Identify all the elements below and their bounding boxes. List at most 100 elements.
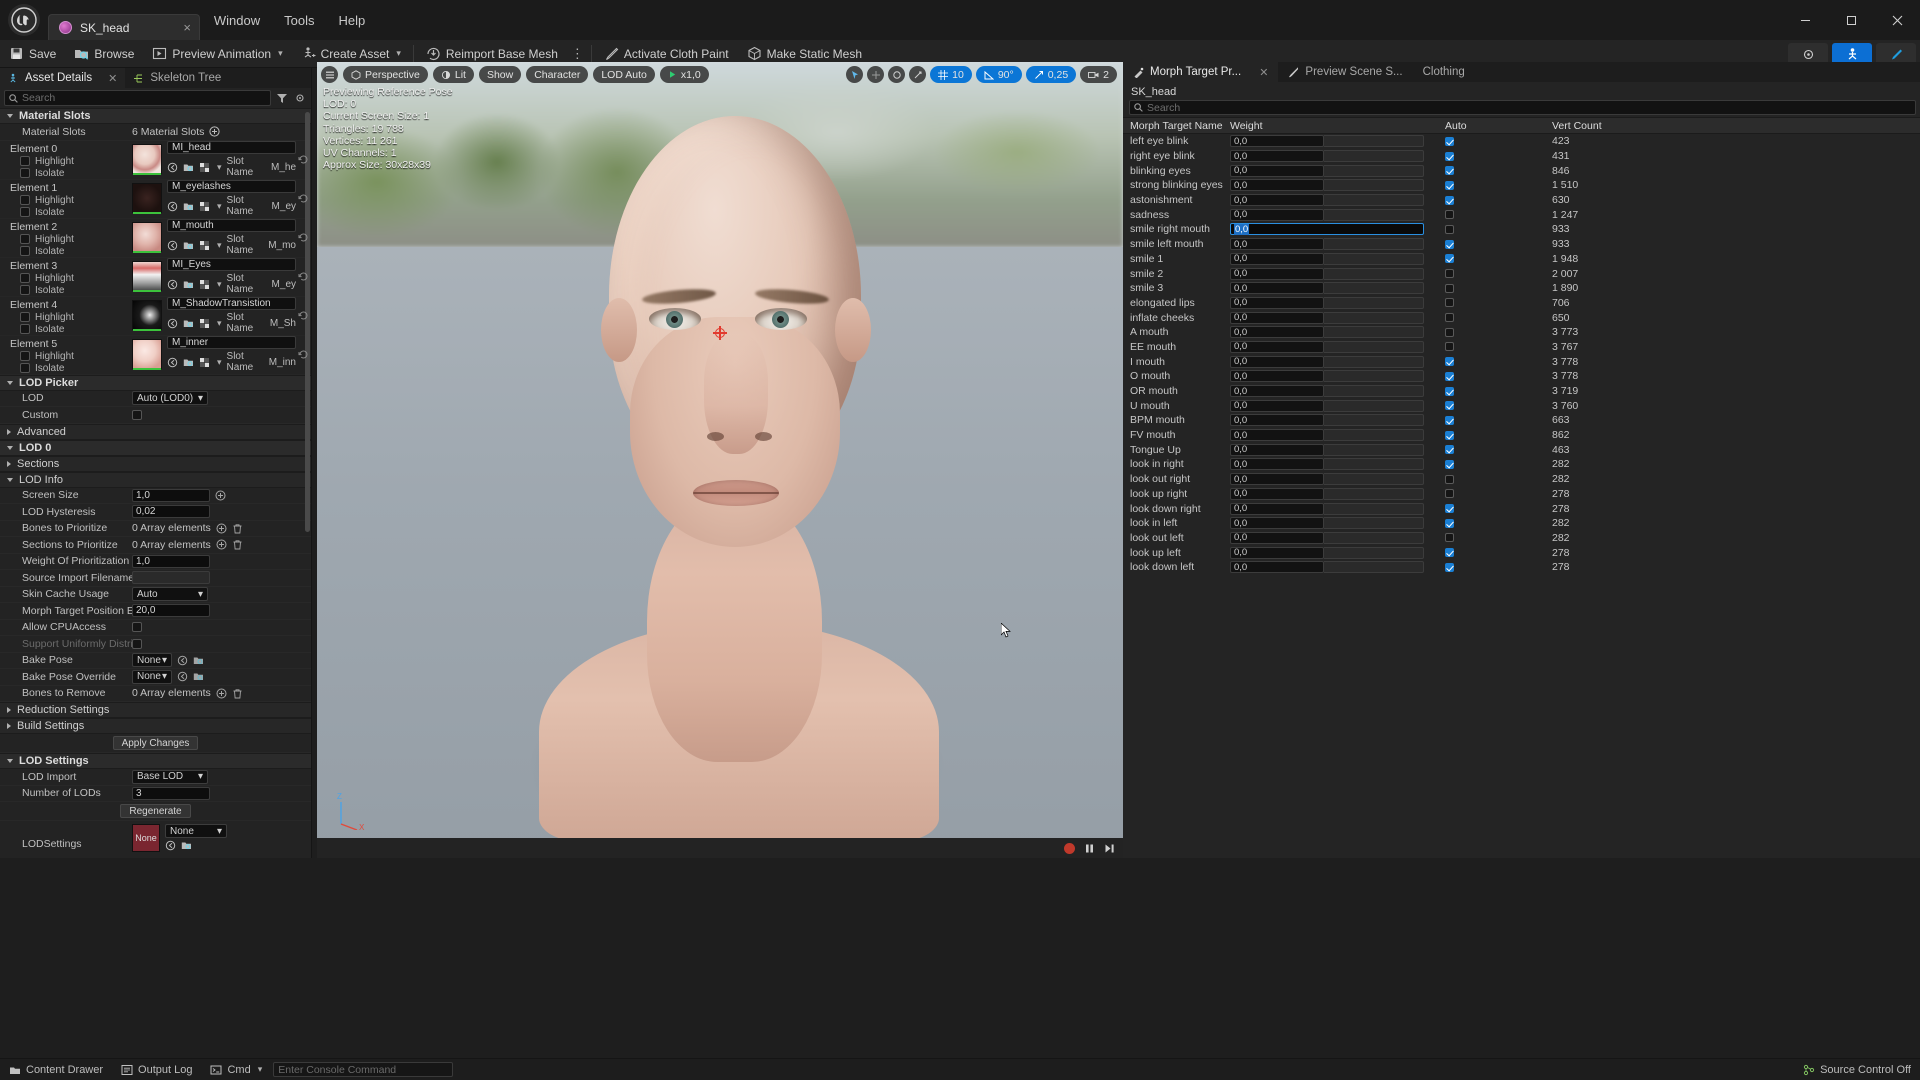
menu-help[interactable]: Help [326,9,377,32]
morph-weight-slider[interactable] [1324,282,1424,294]
morph-weight-slider[interactable] [1324,209,1424,221]
column-weight[interactable]: Weight [1230,120,1445,132]
group-material-slots[interactable]: Material Slots [0,108,311,124]
material-element-row[interactable]: Element 1 Highlight Isolate M_eyelashes … [0,180,311,219]
morph-auto-cell[interactable] [1445,152,1545,161]
use-selected-asset-icon[interactable] [165,840,176,851]
morph-weight-cell[interactable]: 0,0 [1230,282,1445,294]
details-scrollbar[interactable] [305,112,310,532]
morph-auto-checkbox[interactable] [1445,401,1454,410]
column-vert-count[interactable]: Vert Count [1545,120,1920,132]
morph-auto-cell[interactable] [1445,166,1545,175]
highlight-row[interactable]: Highlight [10,156,132,167]
morph-weight-slider[interactable] [1324,561,1424,573]
morph-weight-cell[interactable]: 0,0 [1230,253,1445,265]
add-material-slot-icon[interactable] [209,126,220,137]
material-element-row[interactable]: Element 4 Highlight Isolate M_ShadowTran… [0,297,311,336]
close-button[interactable] [1874,0,1920,40]
chevron-down-icon[interactable]: ▾ [217,240,222,251]
lodsettings-thumbnail[interactable]: None [132,824,160,852]
morph-auto-checkbox[interactable] [1445,445,1454,454]
morph-target-row[interactable]: astonishment 0,0 630 [1123,193,1920,208]
slot-name-value[interactable]: M_Sh [270,318,296,329]
morph-auto-checkbox[interactable] [1445,196,1454,205]
menu-tools[interactable]: Tools [272,9,326,32]
morph-weight-cell[interactable]: 0,0 [1230,444,1445,456]
value-field[interactable]: 20,0 [132,604,210,617]
morph-target-row[interactable]: EE mouth 0,0 3 767 [1123,340,1920,355]
morph-weight-cell[interactable]: 0,0 [1230,356,1445,368]
chevron-down-icon[interactable]: ▾ [217,162,222,173]
morph-target-rows[interactable]: left eye blink 0,0 423 right eye blink 0… [1123,134,1920,575]
morph-weight-cell[interactable]: 0,0 [1230,517,1445,529]
material-name-field[interactable]: M_inner [167,336,296,349]
reset-to-default-icon[interactable] [298,349,309,360]
source-control-button[interactable]: Source Control Off [1794,1059,1920,1080]
isolate-checkbox[interactable] [20,324,30,334]
morph-auto-cell[interactable] [1445,328,1545,337]
morph-auto-checkbox[interactable] [1445,387,1454,396]
column-morph-target-name[interactable]: Morph Target Name [1123,120,1230,132]
morph-weight-slider[interactable] [1324,458,1424,470]
number-of-lods-field[interactable]: 3 [132,787,210,800]
highlight-row[interactable]: Highlight [10,234,132,245]
morph-weight-input[interactable]: 0,0 [1230,179,1324,191]
save-button[interactable]: Save [0,40,65,68]
browse-to-asset-icon[interactable] [183,318,194,329]
morph-auto-cell[interactable] [1445,342,1545,351]
morph-target-row[interactable]: look up left 0,0 278 [1123,545,1920,560]
morph-weight-input[interactable]: 0,0 [1230,561,1324,573]
select-mode-icon[interactable] [846,66,863,83]
morph-weight-cell[interactable]: 0,0 [1230,297,1445,309]
browse-to-asset-icon[interactable] [183,201,194,212]
morph-auto-cell[interactable] [1445,240,1545,249]
material-thumbnail[interactable] [132,144,162,174]
morph-weight-input[interactable]: 0,0 [1230,326,1324,338]
material-name-field[interactable]: MI_Eyes [167,258,296,271]
morph-auto-checkbox[interactable] [1445,357,1454,366]
isolate-row[interactable]: Isolate [10,168,132,179]
close-icon[interactable]: × [183,20,191,35]
morph-auto-checkbox[interactable] [1445,269,1454,278]
morph-weight-input[interactable]: 0,0 [1230,165,1324,177]
value-field[interactable]: 1,0 [132,489,210,502]
morph-weight-cell[interactable]: 0,0 [1230,370,1445,382]
morph-weight-input[interactable]: 0,0 [1230,532,1324,544]
morph-search-input[interactable] [1147,102,1911,114]
checkerboard-icon[interactable] [199,201,210,212]
material-thumbnail[interactable] [132,183,162,213]
morph-weight-slider[interactable] [1324,312,1424,324]
morph-weight-slider[interactable] [1324,150,1424,162]
isolate-checkbox[interactable] [20,168,30,178]
value-field[interactable]: 0,02 [132,505,210,518]
rotation-snap-button[interactable]: 90° [976,66,1022,83]
chevron-down-icon[interactable]: ▾ [217,279,222,290]
filter-icon[interactable] [275,91,289,105]
slot-name-value[interactable]: M_ey [272,201,296,212]
morph-weight-slider[interactable] [1324,429,1424,441]
highlight-checkbox[interactable] [20,312,30,322]
tab-asset-details[interactable]: Asset Details ✕ [0,68,125,88]
morph-weight-input[interactable]: 0,0 [1230,312,1324,324]
group-sections[interactable]: Sections [0,456,311,472]
morph-weight-slider[interactable] [1324,253,1424,265]
use-selected-asset-icon[interactable] [177,671,188,682]
morph-target-row[interactable]: OR mouth 0,0 3 719 [1123,384,1920,399]
lod-combo[interactable]: Auto (LOD0) ▾ [132,391,208,405]
value-checkbox[interactable] [132,639,142,649]
morph-auto-checkbox[interactable] [1445,240,1454,249]
morph-auto-checkbox[interactable] [1445,519,1454,528]
isolate-row[interactable]: Isolate [10,246,132,257]
morph-auto-cell[interactable] [1445,519,1545,528]
morph-auto-cell[interactable] [1445,475,1545,484]
morph-target-row[interactable]: look down right 0,0 278 [1123,501,1920,516]
morph-weight-input[interactable]: 0,0 [1230,429,1324,441]
morph-auto-checkbox[interactable] [1445,181,1454,190]
morph-weight-cell[interactable]: 0,0 [1230,312,1445,324]
morph-weight-cell[interactable]: 0,0 [1230,400,1445,412]
isolate-row[interactable]: Isolate [10,285,132,296]
morph-auto-cell[interactable] [1445,533,1545,542]
morph-auto-checkbox[interactable] [1445,489,1454,498]
morph-weight-cell[interactable]: 0,0 [1230,223,1445,235]
morph-auto-checkbox[interactable] [1445,284,1454,293]
